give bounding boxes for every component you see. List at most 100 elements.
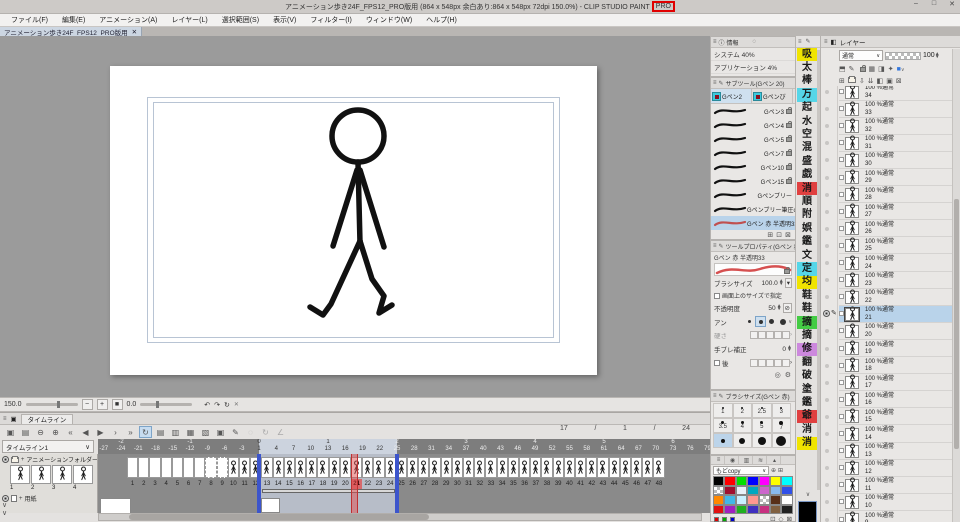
- layer-row[interactable]: 100 %通常 21: [821, 306, 953, 323]
- cel-thumbnail[interactable]: [73, 465, 93, 484]
- color-set-dropdown[interactable]: もどcopy ∨: [713, 466, 769, 475]
- panel-menu-icon[interactable]: ≡: [713, 39, 717, 45]
- scrollbar-thumb[interactable]: [129, 514, 429, 520]
- zoom-out-button[interactable]: −: [81, 399, 93, 410]
- transfer-down-icon[interactable]: ⇩: [859, 77, 865, 85]
- onion-settings-icon[interactable]: ▧: [199, 426, 212, 438]
- delete-subtool-icon[interactable]: ⊠: [785, 231, 791, 239]
- opacity-value[interactable]: 50: [768, 305, 775, 312]
- menu-ファイル(F)[interactable]: ファイル(F): [4, 15, 55, 25]
- timeline-tab[interactable]: タイムライン: [20, 413, 74, 424]
- layer-row[interactable]: 100 %通常 33: [821, 101, 953, 118]
- layer-row[interactable]: 100 %通常 18: [821, 357, 953, 375]
- go-start-icon[interactable]: «: [64, 426, 77, 438]
- subtool-item[interactable]: Gペン 赤 半透明33: [711, 216, 795, 230]
- cel-number[interactable]: 30: [452, 479, 463, 489]
- delete-swatch-icon[interactable]: ⊠: [787, 515, 792, 522]
- layer-row[interactable]: 100 %通常 29: [821, 169, 953, 187]
- panel-menu-icon[interactable]: ≡: [824, 39, 828, 45]
- menu-選択範囲(S)[interactable]: 選択範囲(S): [215, 15, 266, 25]
- cel-number[interactable]: 23: [373, 479, 384, 489]
- loop-icon[interactable]: ↻: [139, 426, 152, 438]
- layer-row[interactable]: 100 %通常 16: [821, 391, 953, 409]
- strip-tool-14[interactable]: 娯: [797, 222, 817, 235]
- cel-number[interactable]: 45: [620, 479, 631, 489]
- strip-tool-6[interactable]: 水: [797, 115, 817, 128]
- cel[interactable]: [328, 457, 340, 478]
- cel-number[interactable]: 1: [127, 479, 138, 489]
- layer-checkbox[interactable]: [839, 328, 844, 334]
- cel[interactable]: [530, 457, 542, 478]
- strip-tool-23[interactable]: 修: [797, 342, 817, 357]
- hardness-slider[interactable]: [750, 331, 790, 339]
- color-set-tab-icon[interactable]: ▥: [741, 456, 753, 464]
- checkbox-icon[interactable]: [714, 292, 720, 299]
- scroll-up-icon[interactable]: ▴: [769, 456, 781, 464]
- cel[interactable]: [653, 457, 665, 478]
- cel[interactable]: [440, 457, 452, 478]
- cel[interactable]: [451, 457, 463, 478]
- layer-row[interactable]: 100 %通常 22: [821, 289, 953, 306]
- color-swatch[interactable]: [770, 495, 782, 505]
- layer-checkbox[interactable]: [839, 362, 844, 368]
- layer-row[interactable]: 100 %通常 17: [821, 374, 953, 392]
- cel[interactable]: [306, 457, 318, 478]
- menu-ヘルプ(H)[interactable]: ヘルプ(H): [419, 15, 464, 25]
- layer-row[interactable]: 100 %通常 34: [821, 86, 953, 101]
- cel[interactable]: [507, 457, 519, 478]
- color-swatch[interactable]: [747, 485, 759, 495]
- color-swatch[interactable]: [724, 476, 736, 486]
- fit-screen-button[interactable]: ■: [111, 399, 123, 410]
- cel[interactable]: [205, 457, 217, 478]
- cel-number[interactable]: 33: [485, 479, 496, 489]
- strip-tool-26[interactable]: 塗: [797, 383, 817, 396]
- layer-row[interactable]: 100 %通常 20: [821, 323, 953, 340]
- play-icon[interactable]: ▶: [94, 426, 107, 438]
- cel-number[interactable]: 17: [306, 479, 317, 489]
- color-swatch[interactable]: [735, 504, 748, 514]
- color-swatch[interactable]: [758, 495, 770, 505]
- cel-number[interactable]: 9: [217, 479, 228, 489]
- merge-down-icon[interactable]: ⇊: [868, 77, 874, 85]
- range-start-marker[interactable]: [257, 454, 261, 513]
- cel[interactable]: [216, 457, 228, 478]
- timeline-tracks-area[interactable]: 1234567891011121314151617181920212223242…: [98, 454, 710, 513]
- layer-checkbox[interactable]: [839, 396, 844, 402]
- layers-tab-label[interactable]: レイヤー: [840, 37, 866, 47]
- duplicate-subtool-icon[interactable]: ⊡: [776, 231, 782, 239]
- scroll-down-icon[interactable]: ∨: [802, 491, 814, 499]
- cel-thumbnail[interactable]: [52, 465, 72, 484]
- replace-swatch-icon[interactable]: ◇: [779, 515, 784, 522]
- brush-size-preset[interactable]: 1: [713, 403, 733, 418]
- canvas-area[interactable]: [0, 36, 710, 397]
- minimize-button[interactable]: –: [910, 0, 922, 8]
- document-tab[interactable]: アニメーション歩き24F_FPS12_PRO版用 ✕: [0, 27, 143, 37]
- strip-tool-18[interactable]: 均: [797, 275, 817, 290]
- enable-mask-icon[interactable]: ◨: [878, 65, 885, 73]
- cel-number[interactable]: 4: [161, 479, 172, 489]
- layer-row[interactable]: 100 %通常 12: [821, 460, 953, 477]
- layer-checkbox[interactable]: [839, 482, 844, 488]
- cel[interactable]: [160, 457, 172, 478]
- stabilization-row[interactable]: 手ブレ補正 0 ▲ ▼: [711, 342, 795, 356]
- cel-number[interactable]: 40: [564, 479, 575, 489]
- panel-menu-icon[interactable]: ≡: [713, 80, 717, 86]
- layer-checkbox[interactable]: [839, 225, 844, 231]
- cel-number[interactable]: 47: [642, 479, 653, 489]
- layer-checkbox[interactable]: [839, 277, 844, 283]
- brush-size-preset[interactable]: [713, 433, 733, 448]
- wrench-icon[interactable]: ⚙: [785, 371, 791, 379]
- cel[interactable]: [227, 457, 239, 478]
- edit-timeline-icon[interactable]: ✎: [229, 426, 242, 438]
- cel[interactable]: [183, 457, 195, 478]
- stepper-icon[interactable]: ▲ ▼: [779, 279, 784, 287]
- strip-tool-20[interactable]: 鞋: [797, 303, 817, 316]
- cel-number[interactable]: 20: [340, 479, 351, 489]
- brush-size-preset[interactable]: [732, 433, 752, 448]
- brush-size-value[interactable]: 100.0: [762, 280, 778, 287]
- strip-tool-11[interactable]: 消: [797, 182, 817, 196]
- layer-row[interactable]: 100 %通常 23: [821, 272, 953, 289]
- color-swatch[interactable]: [724, 485, 736, 495]
- main-color-swatch[interactable]: [798, 501, 817, 522]
- layer-row[interactable]: 100 %通常 32: [821, 118, 953, 135]
